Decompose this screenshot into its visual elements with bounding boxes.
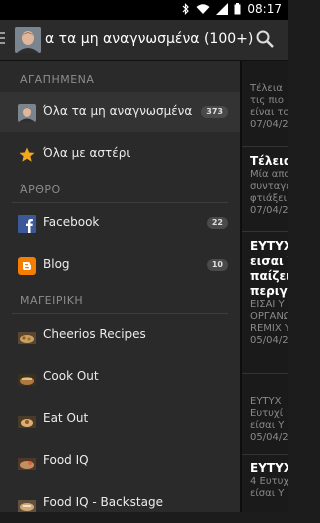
article-date: 05/04/2 xyxy=(250,432,288,443)
article-title: εισαι Υ xyxy=(250,254,288,268)
drawer-item-label: Cheerios Recipes xyxy=(43,327,146,341)
drawer-item-food-iq[interactable]: Food IQ xyxy=(0,441,240,481)
drawer-item-label: Food IQ xyxy=(43,453,89,467)
drawer-item-label: Facebook xyxy=(43,215,100,229)
drawer-item-label: Cook Out xyxy=(43,369,99,383)
drawer-item-food-iq-backstage[interactable]: Food IQ - Backstage xyxy=(0,483,240,523)
article-title: ΕΥΤΥΧ xyxy=(250,239,288,253)
star-icon xyxy=(18,146,36,164)
drawer-item-all-unread[interactable]: Όλα τα μη αναγνωσμένα 373 xyxy=(0,92,240,132)
article-title: παίζει xyxy=(250,269,288,283)
drawer-item-eat-out[interactable]: Eat Out xyxy=(0,399,240,439)
feed-thumbnail-icon xyxy=(18,329,36,344)
section-header-cooking: ΜΑΓΕΙΡΙΚΗ xyxy=(0,286,240,314)
user-avatar-icon xyxy=(18,104,36,122)
article-item[interactable]: Τέλεια Μία απο συνταγέ φτιάξει 07/04/2 xyxy=(250,154,288,217)
blogger-icon xyxy=(18,257,36,275)
unread-count-badge: 10 xyxy=(206,259,228,271)
section-header-article: ΆΡΘΡΟ xyxy=(0,175,240,203)
article-item[interactable]: ΕΥΤΥΧ 4 Ευτυχ είσαι Υ xyxy=(250,461,288,500)
drawer-item-cheerios-recipes[interactable]: Cheerios Recipes xyxy=(0,315,240,355)
drawer-item-label: Food IQ - Backstage xyxy=(43,495,163,509)
drawer-item-label: Eat Out xyxy=(43,411,89,425)
feed-thumbnail-icon xyxy=(18,455,36,470)
section-header-favorites: ΑΓΑΠΗΜΕΝΑ xyxy=(0,65,240,93)
section-header-label: ΜΑΓΕΙΡΙΚΗ xyxy=(20,294,84,307)
drawer-item-facebook[interactable]: Facebook 22 xyxy=(0,203,240,243)
feed-thumbnail-icon xyxy=(18,413,36,428)
article-list: Τέλεια τις πιο είναι το 07/04/2 Τέλεια Μ… xyxy=(240,61,288,512)
section-header-label: ΑΓΑΠΗΜΕΝΑ xyxy=(20,73,95,86)
article-date: 05/04/2 xyxy=(250,335,288,346)
feed-thumbnail-icon xyxy=(18,497,36,512)
article-item[interactable]: ΕΥΤΥΧ εισαι Υ παίζει περιγρ ΕΙΣΑΙ Υ ΟΡΓΑ… xyxy=(250,239,288,347)
drawer-item-label: Blog xyxy=(43,257,70,271)
article-snippet: φτιάξει xyxy=(250,193,287,204)
status-bar: 08:17 xyxy=(0,0,288,20)
article-snippet: Μία απο xyxy=(250,169,288,180)
drawer-item-blog[interactable]: Blog 10 xyxy=(0,245,240,285)
article-snippet: 4 Ευτυχ xyxy=(250,476,288,487)
article-title: Τέλεια xyxy=(250,154,288,168)
article-snippet: είναι το xyxy=(250,107,288,118)
article-title: περιγρ xyxy=(250,284,288,298)
unread-count-badge: 22 xyxy=(206,217,228,229)
divider xyxy=(242,454,288,455)
article-snippet: ΟΡΓΑΝΩ xyxy=(250,311,288,322)
article-date: 07/04/2 xyxy=(250,119,288,130)
article-title: ΕΥΤΥΧ xyxy=(250,461,288,475)
navigation-drawer: ΑΓΑΠΗΜΕΝΑ Όλα τα μη αναγνωσμένα 373 Όλα … xyxy=(0,61,240,512)
user-avatar[interactable] xyxy=(15,27,41,53)
drawer-item-starred[interactable]: Όλα με αστέρι xyxy=(0,134,240,174)
signal-icon xyxy=(216,3,229,15)
facebook-icon xyxy=(18,215,36,233)
search-icon[interactable] xyxy=(255,29,275,53)
drawer-item-cook-out[interactable]: Cook Out xyxy=(0,357,240,397)
article-snippet: Ευτυχί xyxy=(250,408,284,419)
section-header-label: ΆΡΘΡΟ xyxy=(20,183,61,196)
divider xyxy=(242,373,288,374)
article-snippet: τις πιο xyxy=(250,95,284,106)
drawer-item-label: Όλα τα μη αναγνωσμένα xyxy=(43,104,193,118)
unread-count-badge: 373 xyxy=(201,106,228,118)
article-snippet: είσαι Υ xyxy=(250,420,285,431)
article-snippet: είσαι Υ xyxy=(250,488,285,499)
article-item[interactable]: Τέλεια τις πιο είναι το 07/04/2 xyxy=(250,83,288,131)
battery-icon xyxy=(234,3,241,15)
feed-thumbnail-icon xyxy=(18,371,36,386)
divider xyxy=(242,146,288,147)
article-snippet: συνταγέ xyxy=(250,181,288,192)
article-title: Τέλεια xyxy=(250,83,283,94)
article-title: ΕΥΤΥΧ xyxy=(250,396,282,407)
article-date: 07/04/2 xyxy=(250,205,288,216)
divider xyxy=(242,231,288,232)
drawer-menu-icon[interactable] xyxy=(0,32,6,48)
article-item[interactable]: ΕΥΤΥΧ Ευτυχί είσαι Υ 05/04/2 xyxy=(250,396,288,444)
action-bar: α τα μη αναγνωσμένα (100+) xyxy=(0,20,288,61)
article-snippet: REMIX Y xyxy=(250,323,288,334)
wifi-icon xyxy=(196,3,210,15)
article-snippet: ΕΙΣΑΙ Υ xyxy=(250,299,285,310)
clock: 08:17 xyxy=(247,2,282,16)
page-title: α τα μη αναγνωσμένα (100+) xyxy=(45,31,254,47)
drawer-item-label: Όλα με αστέρι xyxy=(43,146,131,160)
bluetooth-icon xyxy=(182,3,190,15)
